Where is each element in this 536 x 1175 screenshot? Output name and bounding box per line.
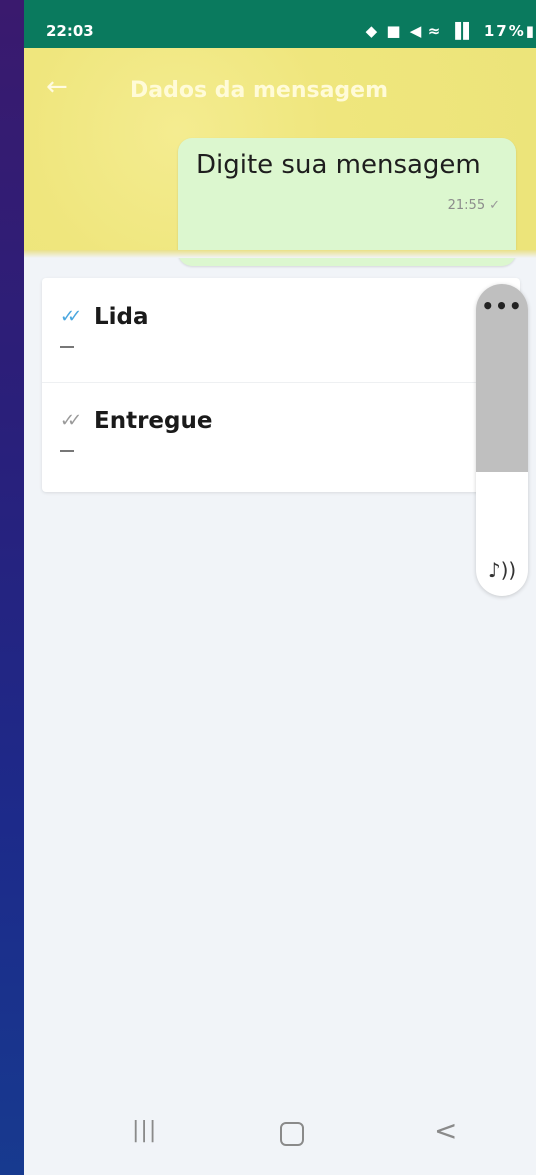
message-bubble[interactable]: Digite sua mensagem 21:55 ✓	[178, 138, 516, 266]
status-icons: ◆ ■ ◀ ≈ ▐▌ 17%▮	[365, 22, 536, 40]
more-options-icon[interactable]: •••	[476, 296, 528, 316]
floating-side-panel[interactable]: ••• ♪))	[476, 284, 528, 596]
page-title: Dados da mensagem	[130, 78, 389, 103]
receipt-value	[60, 346, 74, 348]
receipt-label: Entregue	[94, 408, 213, 434]
receipt-label: Lida	[94, 304, 149, 330]
sent-check-icon: ✓	[489, 198, 500, 213]
phone-screen: 22:03 ◆ ■ ◀ ≈ ▐▌ 17%▮ ← Dados da mensage…	[24, 0, 536, 1175]
message-text: Digite sua mensagem	[196, 150, 481, 180]
double-check-delivered-icon: ✓✓	[60, 410, 82, 431]
receipt-row-read: ✓✓ Lida	[42, 278, 520, 383]
message-time: 21:55	[447, 198, 486, 213]
message-timestamp: 21:55 ✓	[448, 198, 500, 213]
chat-preview-area: ← Dados da mensagem Digite sua mensagem …	[24, 48, 536, 266]
system-nav-bar: ||| <	[24, 1100, 536, 1175]
back-arrow-icon[interactable]: ←	[46, 74, 68, 100]
sound-assistant-icon[interactable]: ♪))	[476, 558, 528, 582]
receipt-card: ✓✓ Lida ✓✓ Entregue	[42, 278, 520, 492]
receipt-row-delivered: ✓✓ Entregue	[42, 382, 520, 486]
double-check-read-icon: ✓✓	[60, 306, 82, 327]
receipt-value	[60, 450, 74, 452]
status-time: 22:03	[46, 22, 94, 40]
recents-button-icon[interactable]: |||	[132, 1118, 157, 1143]
status-bar: 22:03 ◆ ■ ◀ ≈ ▐▌ 17%▮	[24, 0, 536, 48]
home-button-icon[interactable]	[280, 1122, 304, 1146]
back-button-icon[interactable]: <	[434, 1114, 457, 1147]
